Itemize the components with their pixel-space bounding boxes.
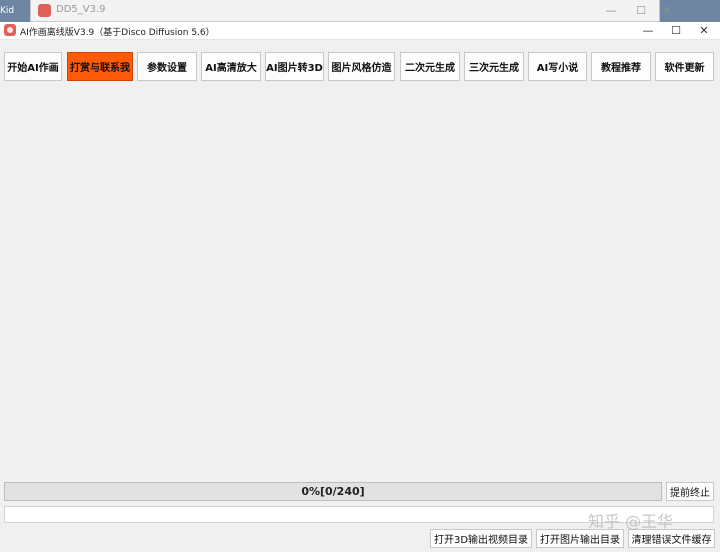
- minimize-icon[interactable]: —: [597, 2, 625, 20]
- background-window-title: DD5_V3.9: [56, 4, 106, 15]
- window-title: AI作画离线版V3.9（基于Disco Diffusion 5.6）: [20, 28, 215, 38]
- desktop-label: Kid: [0, 6, 15, 16]
- app-icon: [38, 4, 51, 17]
- progress-text: 0%[0/240]: [301, 485, 365, 498]
- settings-button[interactable]: 参数设置: [137, 52, 197, 81]
- ai-image-to-3d-button[interactable]: AI图片转3D: [265, 52, 324, 81]
- minimize-icon[interactable]: —: [634, 22, 662, 40]
- stop-early-button[interactable]: 提前终止: [666, 482, 714, 501]
- progress-bar: 0%[0/240]: [4, 482, 662, 501]
- style-transfer-button[interactable]: 图片风格仿造: [328, 52, 395, 81]
- tutorial-button[interactable]: 教程推荐: [591, 52, 651, 81]
- maximize-icon[interactable]: ☐: [627, 2, 655, 20]
- watermark-text: 知乎 @王华: [588, 512, 674, 531]
- close-icon[interactable]: ✕: [653, 2, 681, 20]
- app-icon: [4, 24, 16, 36]
- open-3d-output-dir-button[interactable]: 打开3D输出视频目录: [430, 529, 532, 548]
- donate-contact-button[interactable]: 打赏与联系我: [67, 52, 133, 81]
- ai-upscale-button[interactable]: AI高清放大: [201, 52, 261, 81]
- close-icon[interactable]: ✕: [690, 22, 718, 40]
- main-window: AI作画离线版V3.9（基于Disco Diffusion 5.6） — ☐ ✕…: [0, 22, 720, 552]
- start-ai-painting-button[interactable]: 开始AI作画: [4, 52, 62, 81]
- ai-novel-button[interactable]: AI写小说: [528, 52, 587, 81]
- maximize-icon[interactable]: ☐: [662, 22, 690, 40]
- title-bar: AI作画离线版V3.9（基于Disco Diffusion 5.6） — ☐ ✕: [0, 22, 720, 40]
- background-window[interactable]: DD5_V3.9 — ☐ ✕: [30, 0, 672, 22]
- realistic-generate-button[interactable]: 三次元生成: [464, 52, 524, 81]
- software-update-button[interactable]: 软件更新: [655, 52, 714, 81]
- anime-generate-button[interactable]: 二次元生成: [400, 52, 460, 81]
